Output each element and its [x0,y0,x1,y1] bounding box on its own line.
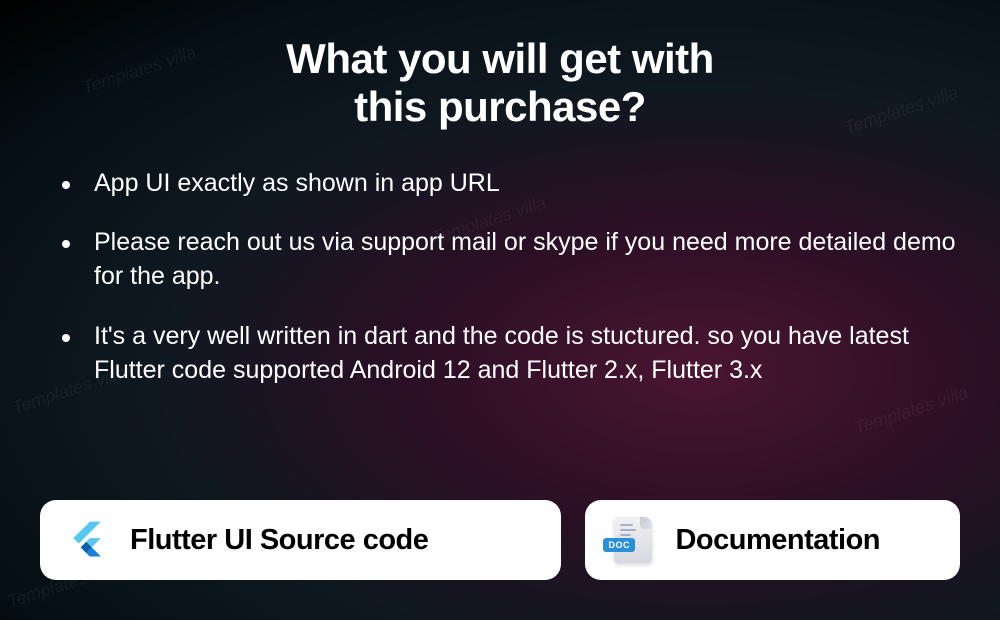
doc-badge: DOC [603,538,635,552]
page-title: What you will get with this purchase? [40,35,960,132]
flutter-source-card: Flutter UI Source code [40,500,561,580]
documentation-card: DOC Documentation [585,500,960,580]
list-item: It's a very well written in dart and the… [62,320,960,388]
document-icon: DOC [609,516,657,564]
flutter-icon [64,516,112,564]
list-item: Please reach out us via support mail or … [62,226,960,294]
list-item: App UI exactly as shown in app URL [62,167,960,201]
cards-row: Flutter UI Source code DOC Documentation [40,500,960,580]
docs-card-label: Documentation [675,524,880,557]
flutter-card-label: Flutter UI Source code [130,524,428,557]
feature-list: App UI exactly as shown in app URL Pleas… [40,167,960,500]
